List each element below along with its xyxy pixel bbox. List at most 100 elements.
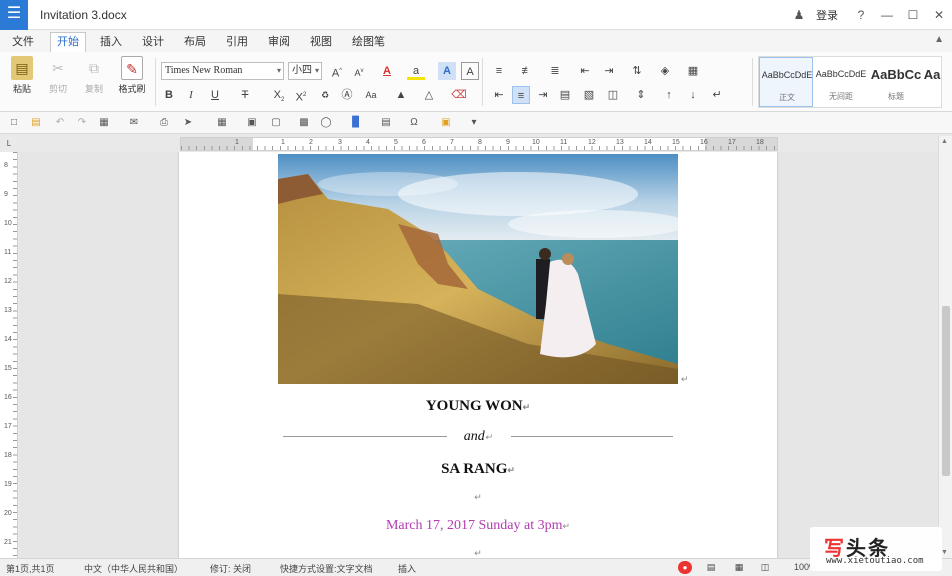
save-icon[interactable]: ▦ (96, 115, 112, 131)
app-menu-icon[interactable]: ☰ (0, 0, 28, 30)
open-folder-icon[interactable]: ▤ (28, 115, 44, 131)
copy-button[interactable]: ⧉ 复制 (78, 56, 110, 95)
customize-toolbar-icon[interactable]: ▾ (466, 115, 482, 131)
collapse-ribbon-icon[interactable]: ▲ (934, 34, 944, 45)
account-icon[interactable]: ♟ (786, 8, 812, 22)
shrink-font-icon[interactable]: Av (350, 62, 368, 80)
char-spacing-icon[interactable]: △ (420, 86, 438, 104)
style-more[interactable]: Aa (921, 57, 943, 107)
para-spacing-before-icon[interactable]: ↑ (660, 86, 678, 104)
select-pointer-icon[interactable]: ➤ (180, 115, 196, 131)
tab-file[interactable]: 文件 (6, 34, 40, 52)
paste-button[interactable]: ▤ 粘贴 (6, 56, 38, 95)
and-line[interactable]: and↵ (179, 429, 777, 445)
char-border-icon[interactable]: A (461, 62, 479, 80)
cut-button[interactable]: ✂ 剪切 (42, 56, 74, 95)
decrease-indent-icon[interactable]: ⇤ (576, 62, 594, 80)
wedding-photo[interactable] (278, 154, 678, 384)
font-size-select[interactable]: 小四 ▾ (288, 62, 322, 80)
scroll-thumb[interactable] (942, 306, 950, 476)
print-icon[interactable]: ⎙ (156, 115, 172, 131)
maximize-button[interactable]: ☐ (900, 8, 926, 22)
align-right-icon[interactable]: ⇥ (534, 86, 552, 104)
read-mode-icon[interactable]: ▤ (704, 561, 718, 574)
page-count[interactable]: 第1页,共1页 (6, 562, 55, 575)
shading-icon[interactable]: ◈ (656, 62, 674, 80)
vertical-scrollbar[interactable]: ▲ ▼ (938, 136, 952, 558)
enclose-char-icon[interactable]: Ⓐ (338, 86, 356, 104)
insert-mode[interactable]: 插入 (398, 562, 416, 575)
comment-icon[interactable]: ▣ (438, 115, 454, 131)
style-title[interactable]: AaBbCc 标题 (869, 57, 923, 107)
textbox-icon[interactable]: ▤ (378, 115, 394, 131)
sort-icon[interactable]: ⇅ (628, 62, 646, 80)
language-indicator[interactable]: 中文（中华人民共和国） (84, 562, 183, 575)
strikethrough-button[interactable]: T (236, 86, 254, 104)
bullets-icon[interactable]: ≡ (490, 62, 508, 80)
tab-insert[interactable]: 插入 (94, 34, 128, 52)
highlight-icon[interactable]: a (407, 62, 425, 80)
login-button[interactable]: 登录 (816, 7, 838, 23)
para-spacing-after-icon[interactable]: ↓ (684, 86, 702, 104)
document-canvas[interactable]: ↵ YOUNG WON↵ and↵ SA RANG↵ ↵ March 17, 2… (19, 152, 938, 558)
horizontal-ruler[interactable]: 1 1 2 3 4 5 6 7 8 9 10 11 12 13 14 15 16… (180, 137, 778, 151)
underline-button[interactable]: U (206, 86, 224, 104)
redo-icon[interactable]: ↷ (74, 115, 90, 131)
empty-paragraph[interactable]: ↵ (179, 548, 777, 558)
italic-button[interactable]: I (182, 86, 200, 104)
symbol-icon[interactable]: Ω (406, 115, 422, 131)
new-document-icon[interactable]: □ (6, 115, 22, 131)
font-color-icon[interactable]: A (378, 62, 396, 80)
scroll-down-icon[interactable]: ▼ (941, 549, 948, 556)
line-spacing-icon[interactable]: ⇕ (632, 86, 650, 104)
columns-icon[interactable]: ◫ (604, 86, 622, 104)
increase-indent-icon[interactable]: ⇥ (600, 62, 618, 80)
tab-view[interactable]: 视图 (304, 34, 338, 52)
format-painter-button[interactable]: ✎ 格式刷 (114, 56, 150, 95)
justify-icon[interactable]: ▤ (556, 86, 574, 104)
grow-font-icon[interactable]: A^ (328, 62, 346, 80)
tab-references[interactable]: 引用 (220, 34, 254, 52)
date-line[interactable]: March 17, 2017 Sunday at 3pm↵ (179, 518, 777, 534)
shortcut-mode[interactable]: 快捷方式设置:文字文档 (280, 562, 373, 575)
bride-name-line[interactable]: SA RANG↵ (179, 461, 777, 478)
record-macro-icon[interactable]: ● (678, 561, 692, 574)
scroll-up-icon[interactable]: ▲ (941, 138, 948, 145)
groom-name-line[interactable]: YOUNG WON↵ (179, 398, 777, 415)
multilevel-list-icon[interactable]: ≣ (546, 62, 564, 80)
clear-format-icon[interactable]: ⌫ (450, 86, 468, 104)
email-icon[interactable]: ✉ (126, 115, 142, 131)
borders-icon[interactable]: ▦ (684, 62, 702, 80)
close-button[interactable]: ✕ (926, 8, 952, 22)
tab-design[interactable]: 设计 (136, 34, 170, 52)
document-page[interactable]: ↵ YOUNG WON↵ and↵ SA RANG↵ ↵ March 17, 2… (179, 152, 777, 558)
shapes-icon[interactable]: ◯ (318, 115, 334, 131)
picture-icon[interactable]: ▣ (244, 115, 260, 131)
minimize-button[interactable]: — (874, 8, 900, 22)
char-shading-icon[interactable]: ▲ (392, 86, 410, 104)
tab-layout[interactable]: 布局 (178, 34, 212, 52)
empty-paragraph[interactable]: ↵ (179, 492, 777, 503)
numbering-icon[interactable]: ≢ (518, 62, 536, 80)
align-center-icon[interactable]: ≡ (512, 86, 530, 104)
text-effect-icon[interactable]: A (438, 62, 456, 80)
chart-icon[interactable]: ▉ (348, 115, 364, 131)
show-marks-icon[interactable]: ↵ (708, 86, 726, 104)
smartart-icon[interactable]: ▩ (296, 115, 312, 131)
distributed-icon[interactable]: ▧ (580, 86, 598, 104)
bold-button[interactable]: B (160, 86, 178, 104)
change-case-icon[interactable]: Aa (362, 86, 380, 104)
table-icon[interactable]: ▦ (214, 115, 230, 131)
undo-icon[interactable]: ↶ (52, 115, 68, 131)
screenshot-icon[interactable]: ▢ (268, 115, 284, 131)
phonetic-guide-icon[interactable]: ♻ (316, 86, 334, 104)
vertical-ruler[interactable]: 8 9 10 11 12 13 14 15 16 17 18 19 20 21 (0, 152, 18, 558)
subscript-button[interactable]: X2 (270, 86, 288, 104)
print-layout-icon[interactable]: ▦ (732, 561, 746, 574)
help-button[interactable]: ? (848, 8, 874, 22)
align-left-icon[interactable]: ⇤ (490, 86, 508, 104)
style-no-spacing[interactable]: AaBbCcDdE 无间距 (814, 57, 868, 107)
superscript-button[interactable]: X2 (292, 86, 310, 104)
tab-drawing-pen[interactable]: 绘图笔 (346, 34, 391, 52)
web-layout-icon[interactable]: ◫ (758, 561, 772, 574)
